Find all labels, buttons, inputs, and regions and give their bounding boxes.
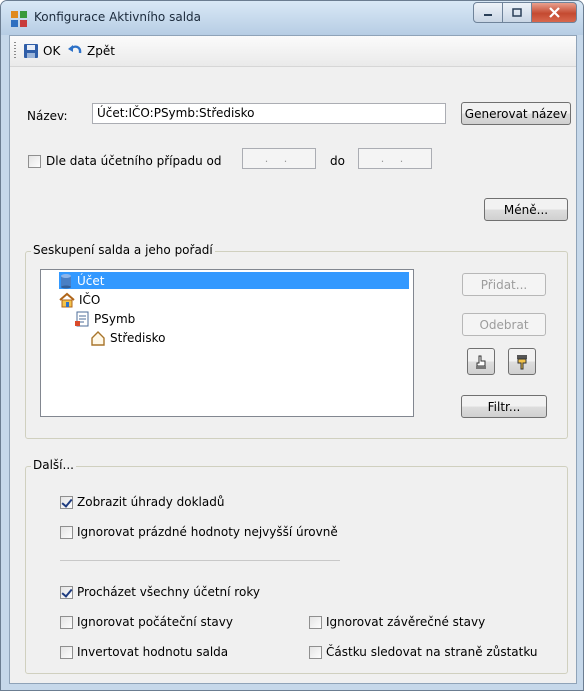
maximize-icon [512, 7, 522, 17]
undo-arrow-icon [68, 45, 82, 54]
move-down-button[interactable] [508, 348, 536, 375]
more-legend: Další... [31, 458, 76, 472]
date-to-label: do [330, 154, 345, 168]
app-puzzle-icon [11, 11, 27, 27]
name-input[interactable]: Účet:IČO:PSymb:Středisko [92, 103, 446, 124]
maximize-button[interactable] [503, 2, 532, 23]
browse-all-years-checkbox[interactable] [60, 586, 73, 599]
ok-label: OK [43, 44, 61, 58]
ignore-empty-top-label: Ignorovat prázdné hodnoty nejvyšší úrovn… [77, 525, 338, 539]
generate-name-button[interactable]: Generovat název [461, 102, 571, 125]
filter-button[interactable]: Filtr... [461, 395, 547, 418]
ignore-initial-checkbox[interactable] [60, 616, 73, 629]
track-amount-checkbox[interactable] [309, 646, 322, 659]
track-amount-label: Částku sledovat na straně zůstatku [326, 645, 538, 659]
close-icon [548, 7, 560, 18]
floppy-disk-icon [24, 44, 38, 58]
window-controls [473, 2, 577, 23]
minimize-icon [484, 13, 492, 16]
back-label: Zpět [87, 44, 115, 58]
grouping-tree[interactable]: Účet IČO PSymb Středisko [40, 269, 414, 417]
remove-button[interactable]: Odebrat [462, 313, 546, 336]
house-outline-icon [91, 330, 105, 346]
toolbar: OK Zpět [10, 36, 576, 67]
minimize-button[interactable] [473, 2, 503, 23]
back-button[interactable]: Zpět [67, 41, 115, 61]
tree-item-ico[interactable]: IČO [59, 291, 100, 308]
tree-item-ucet[interactable]: Účet [59, 272, 409, 289]
less-button[interactable]: Méně... [484, 198, 568, 221]
tree-item-ucet-label: Účet [77, 273, 105, 288]
tree-item-stredisko[interactable]: Středisko [90, 329, 165, 346]
ignore-initial-label: Ignorovat počáteční stavy [77, 615, 233, 629]
show-payments-label: Zobrazit úhrady dokladů [77, 495, 225, 509]
toolbar-grip[interactable] [14, 42, 16, 60]
dialog-window: Konfigurace Aktivního salda OK Zpět Náze… [0, 0, 584, 691]
house-icon [59, 292, 75, 307]
add-button[interactable]: Přidat... [462, 273, 546, 296]
name-label: Název: [27, 109, 68, 123]
separator [60, 560, 340, 561]
grouping-legend: Seskupení salda a jeho pořadí [31, 243, 215, 257]
title-bar[interactable]: Konfigurace Aktivního salda [1, 1, 583, 35]
hand-up-icon [476, 355, 486, 369]
date-filter-label: Dle data účetního případu od [46, 154, 222, 168]
move-up-button[interactable] [467, 348, 495, 375]
dialog-body: OK Zpět Název: Účet:IČO:PSymb:Středisko … [9, 35, 577, 684]
date-from-input[interactable]: . . [242, 148, 316, 169]
tree-item-ico-label: IČO [79, 292, 101, 307]
cylinder-icon [61, 273, 71, 288]
invert-balance-checkbox[interactable] [60, 646, 73, 659]
show-payments-checkbox[interactable] [60, 496, 73, 509]
document-icon [75, 311, 89, 326]
ignore-empty-top-checkbox[interactable] [60, 526, 73, 539]
close-button[interactable] [532, 2, 577, 23]
tree-item-stredisko-label: Středisko [110, 330, 166, 345]
ignore-final-checkbox[interactable] [309, 616, 322, 629]
browse-all-years-label: Procházet všechny účetní roky [77, 585, 260, 599]
tree-item-psymb-label: PSymb [94, 311, 136, 326]
hand-down-icon [517, 354, 527, 369]
ignore-final-label: Ignorovat závěrečné stavy [326, 615, 486, 629]
date-to-input[interactable]: . . [358, 148, 432, 169]
date-filter-checkbox[interactable] [28, 155, 41, 168]
invert-balance-label: Invertovat hodnotu salda [77, 645, 229, 659]
ok-button[interactable]: OK [23, 41, 60, 61]
tree-item-psymb[interactable]: PSymb [74, 310, 135, 327]
window-title: Konfigurace Aktivního salda [34, 10, 201, 24]
